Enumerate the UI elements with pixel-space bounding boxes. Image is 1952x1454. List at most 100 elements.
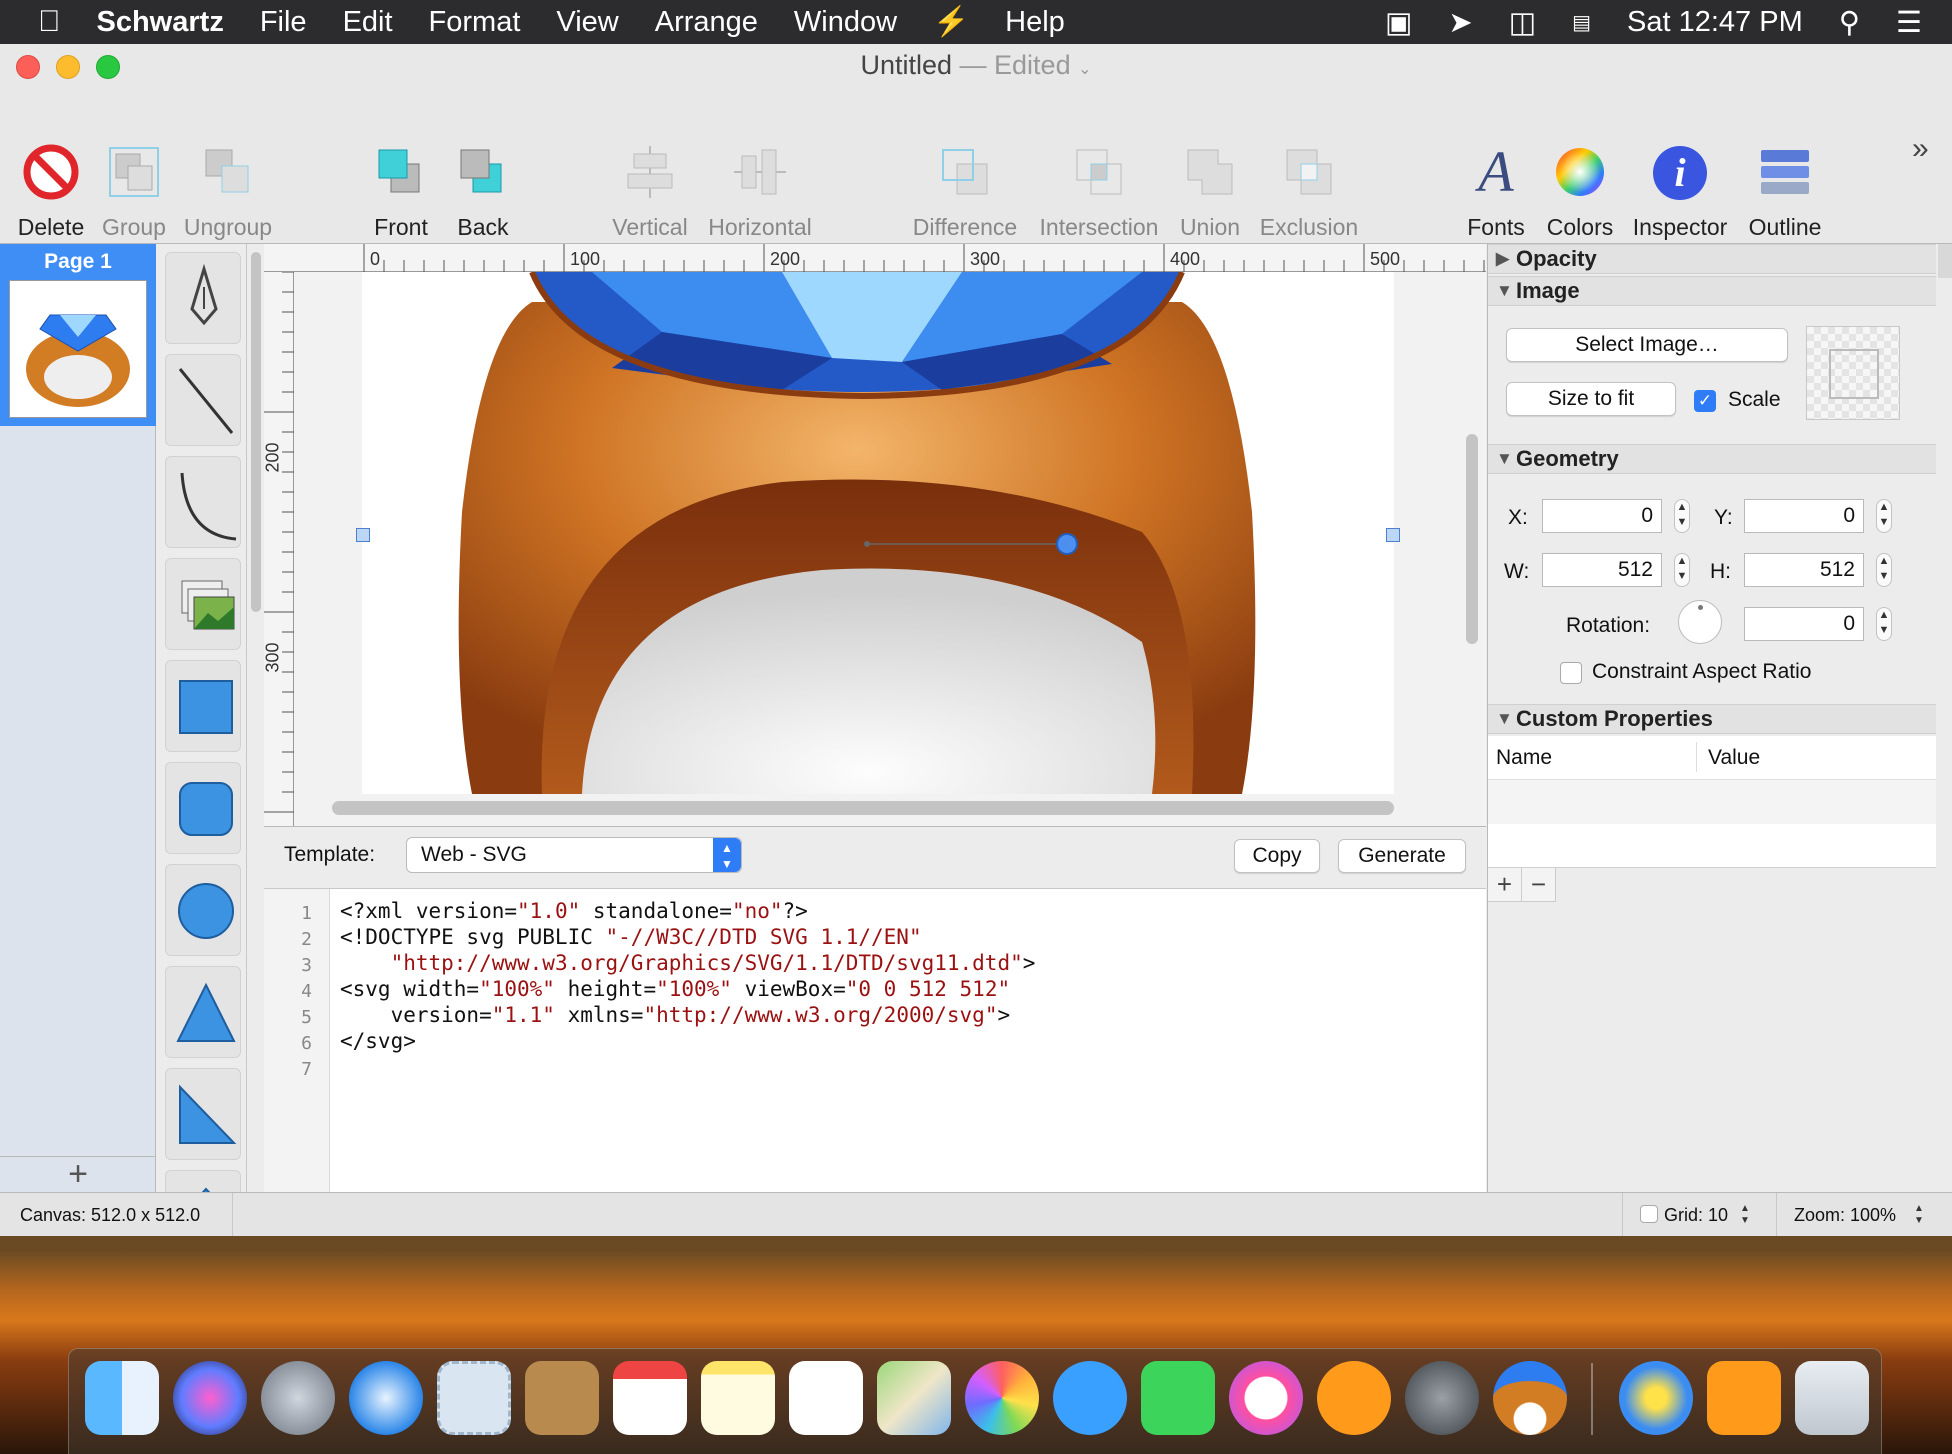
toolbar-overflow-button[interactable]: »	[1912, 132, 1929, 166]
siri-icon[interactable]	[173, 1361, 247, 1435]
generate-button[interactable]: Generate	[1338, 839, 1466, 873]
template-select[interactable]: Web - SVG ▲ ▼	[406, 837, 742, 873]
mail-icon[interactable]	[437, 1361, 511, 1435]
zoom-select[interactable]: Zoom: 100%	[1794, 1205, 1896, 1226]
rotation-dial[interactable]	[1678, 600, 1722, 644]
calendar-icon[interactable]	[613, 1361, 687, 1435]
y-stepper[interactable]: ▲ ▼	[1876, 499, 1892, 533]
rounded-rectangle-tool[interactable]	[165, 762, 241, 854]
trash-icon[interactable]	[1795, 1361, 1869, 1435]
custom-properties-table[interactable]: Name Value	[1488, 736, 1936, 868]
window-title[interactable]: Untitled — Edited ⌄	[0, 50, 1952, 81]
facetime-icon[interactable]	[1141, 1361, 1215, 1435]
lightning-icon[interactable]: ⚡	[915, 5, 987, 39]
front-button[interactable]: Front	[366, 90, 436, 244]
zoom-stepper-icon[interactable]: ▲ ▼	[1914, 1203, 1924, 1227]
code-line[interactable]: <?xml version="1.0" standalone="no"?>	[340, 899, 808, 923]
display-icon[interactable]: ▣	[1367, 5, 1430, 40]
column-value-header[interactable]: Value	[1708, 746, 1760, 770]
delete-button[interactable]: Delete	[10, 90, 92, 244]
menu-file[interactable]: File	[242, 6, 325, 39]
difference-button[interactable]: Difference	[908, 90, 1022, 244]
column-name-header[interactable]: Name	[1496, 746, 1552, 770]
y-field[interactable]: 0	[1744, 499, 1864, 533]
inspector-scrollbar[interactable]	[1938, 244, 1952, 278]
intersection-button[interactable]: Intersection	[1036, 90, 1162, 244]
menu-format[interactable]: Format	[411, 6, 539, 39]
colors-button[interactable]: Colors	[1544, 90, 1616, 244]
group-button[interactable]: Group	[94, 90, 174, 244]
send-icon[interactable]: ➤	[1430, 5, 1490, 40]
back-button[interactable]: Back	[448, 90, 518, 244]
line-tool[interactable]	[165, 354, 241, 446]
rotation-field[interactable]: 0	[1744, 607, 1864, 641]
reeder-lightning-icon[interactable]	[1619, 1361, 1693, 1435]
copy-button[interactable]: Copy	[1234, 839, 1320, 873]
maps-icon[interactable]	[877, 1361, 951, 1435]
menu-view[interactable]: View	[538, 6, 636, 39]
page-thumbnail-1[interactable]: Page 1	[0, 244, 156, 426]
ungroup-button[interactable]: Ungroup	[180, 90, 276, 244]
right-triangle-tool[interactable]	[165, 1068, 241, 1160]
pen-tool[interactable]	[165, 252, 241, 344]
launchpad-icon[interactable]	[261, 1361, 335, 1435]
selection-handle-left[interactable]	[356, 528, 370, 542]
rectangle-tool[interactable]	[165, 660, 241, 752]
custom-properties-section-header[interactable]: ▼ Custom Properties	[1488, 704, 1936, 734]
menu-arrange[interactable]: Arrange	[637, 6, 776, 39]
align-vertical-button[interactable]: Vertical	[604, 90, 696, 244]
spotlight-search-icon[interactable]: ⚲	[1821, 5, 1878, 40]
code-line[interactable]: <svg width="100%" height="100%" viewBox=…	[340, 977, 1010, 1001]
remove-property-button[interactable]: −	[1522, 868, 1556, 902]
oval-tool[interactable]	[165, 864, 241, 956]
arc-tool[interactable]	[165, 456, 241, 548]
code-line[interactable]: "http://www.w3.org/Graphics/SVG/1.1/DTD/…	[340, 951, 1036, 975]
canvas-vertical-scrollbar[interactable]	[1466, 434, 1478, 644]
notification-center-icon[interactable]: ☰	[1878, 5, 1952, 40]
code-editor[interactable]: 1 2 3 4 5 6 7 <?xml version="1.0" standa…	[264, 888, 1486, 1193]
system-preferences-icon[interactable]	[1405, 1361, 1479, 1435]
geometry-section-header[interactable]: ▼ Geometry	[1488, 444, 1936, 474]
triangle-tool[interactable]	[165, 966, 241, 1058]
constraint-aspect-ratio-checkbox[interactable]	[1560, 662, 1582, 684]
code-line[interactable]: version="1.1" xmlns="http://www.w3.org/2…	[340, 1003, 1011, 1027]
height-field[interactable]: 512	[1744, 553, 1864, 587]
select-image-button[interactable]: Select Image…	[1506, 328, 1788, 362]
inspector-button[interactable]: i Inspector	[1626, 90, 1734, 244]
x-stepper[interactable]: ▲ ▼	[1674, 499, 1690, 533]
opacity-section-header[interactable]: ▶ Opacity	[1488, 244, 1936, 274]
diamond-tool[interactable]	[165, 1170, 241, 1192]
grid-select[interactable]: Grid: 10	[1664, 1205, 1728, 1226]
canvas-horizontal-scrollbar[interactable]	[332, 801, 1394, 815]
menu-app-name[interactable]: Schwartz	[79, 6, 242, 39]
sum-app-icon[interactable]	[1707, 1361, 1781, 1435]
width-stepper[interactable]: ▲ ▼	[1674, 553, 1690, 587]
exclusion-button[interactable]: Exclusion	[1258, 90, 1360, 244]
notes-icon[interactable]	[701, 1361, 775, 1435]
schwartz-app-icon[interactable]	[1493, 1361, 1567, 1435]
height-stepper[interactable]: ▲ ▼	[1876, 553, 1892, 587]
apple-icon[interactable]: 	[0, 5, 79, 39]
clock[interactable]: Sat 12:47 PM	[1609, 6, 1821, 39]
itunes-icon[interactable]	[1229, 1361, 1303, 1435]
reminders-icon[interactable]	[789, 1361, 863, 1435]
tools-scrollbar[interactable]	[248, 244, 264, 624]
finder-icon[interactable]	[85, 1361, 159, 1435]
grid-checkbox[interactable]	[1640, 1205, 1658, 1223]
ibooks-icon[interactable]	[1317, 1361, 1391, 1435]
outline-button[interactable]: Outline	[1744, 90, 1826, 244]
size-to-fit-button[interactable]: Size to fit	[1506, 382, 1676, 416]
image-well[interactable]	[1806, 326, 1900, 420]
contacts-icon[interactable]	[525, 1361, 599, 1435]
image-tool[interactable]	[165, 558, 241, 650]
menu-help[interactable]: Help	[987, 6, 1083, 39]
artboard-ring-image[interactable]	[362, 272, 1394, 794]
width-field[interactable]: 512	[1542, 553, 1662, 587]
messages-icon[interactable]	[1053, 1361, 1127, 1435]
photos-icon[interactable]	[965, 1361, 1039, 1435]
image-section-header[interactable]: ▼ Image	[1488, 276, 1936, 306]
code-line[interactable]: <!DOCTYPE svg PUBLIC "-//W3C//DTD SVG 1.…	[340, 925, 922, 949]
scale-checkbox[interactable]: ✓	[1694, 390, 1716, 412]
rotation-stepper[interactable]: ▲ ▼	[1876, 607, 1892, 641]
menu-window[interactable]: Window	[776, 6, 915, 39]
